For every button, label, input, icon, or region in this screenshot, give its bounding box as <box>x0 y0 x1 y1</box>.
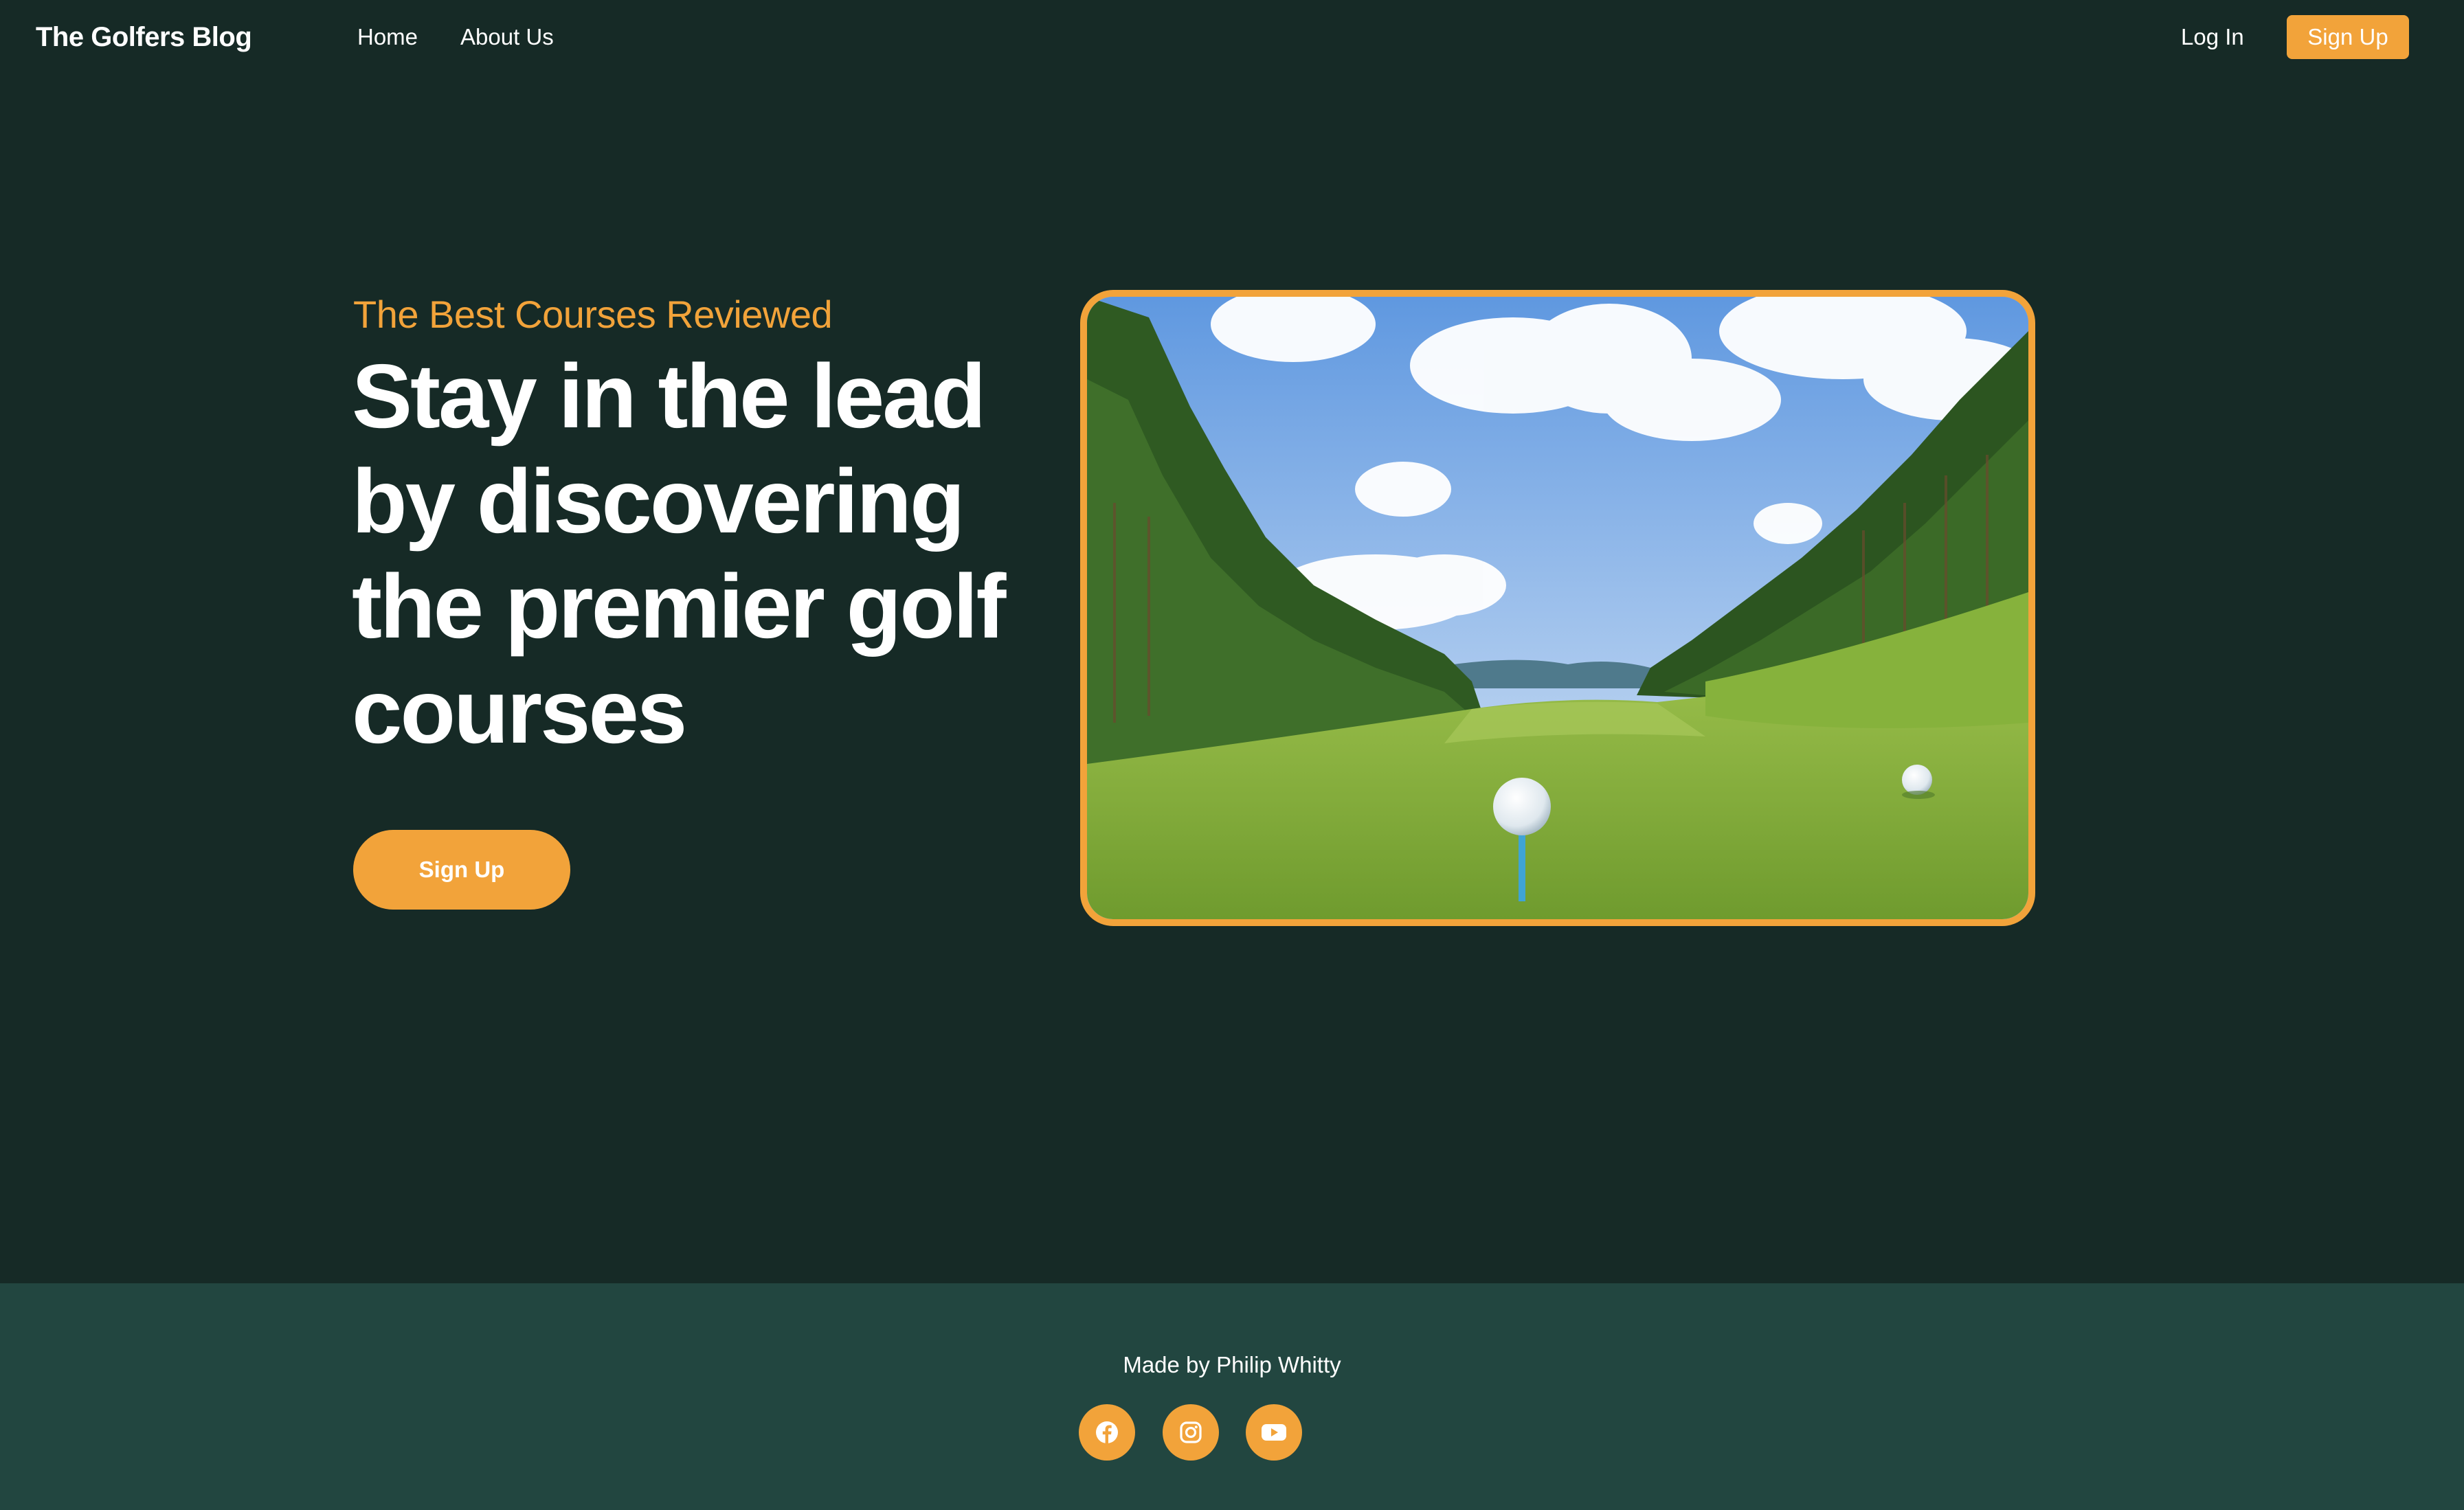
instagram-icon <box>1180 1421 1202 1443</box>
footer: Made by Philip Whitty <box>0 1283 2464 1510</box>
footer-credit: Made by Philip Whitty <box>1123 1352 1341 1377</box>
hero-signup-button[interactable]: Sign Up <box>353 830 570 910</box>
youtube-icon <box>1262 1424 1286 1441</box>
nav-link-about-us[interactable]: About Us <box>460 18 554 56</box>
instagram-link[interactable] <box>1163 1404 1219 1461</box>
facebook-icon <box>1096 1421 1118 1443</box>
login-link[interactable]: Log In <box>2181 18 2244 56</box>
hero-eyebrow: The Best Courses Reviewed <box>353 293 833 336</box>
page: The Golfers Blog Home About Us Log In Si… <box>0 0 2464 1510</box>
navbar: The Golfers Blog Home About Us Log In Si… <box>0 0 2464 76</box>
golf-course-illustration <box>1087 297 2028 919</box>
nav-link-home[interactable]: Home <box>357 18 418 56</box>
youtube-link[interactable] <box>1246 1404 1302 1461</box>
golf-course-image <box>1080 290 2035 926</box>
brand-logo-link[interactable]: The Golfers Blog <box>36 18 252 56</box>
facebook-link[interactable] <box>1079 1404 1135 1461</box>
nav-signup-button[interactable]: Sign Up <box>2287 15 2409 59</box>
hero-headline: Stay in the lead by discovering the prem… <box>352 346 1006 762</box>
